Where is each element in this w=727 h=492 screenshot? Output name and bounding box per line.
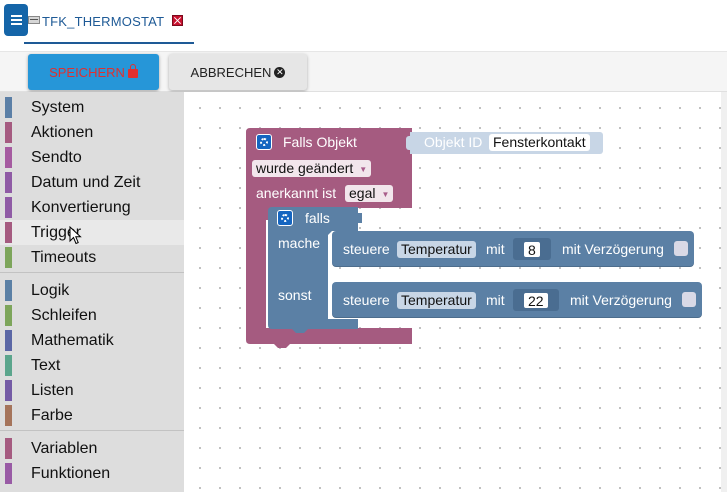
category-color-bar [5, 147, 12, 168]
lock-icon [127, 64, 138, 78]
control-target-dropdown[interactable]: Temperatur [397, 241, 476, 258]
chevron-down-icon: ▼ [381, 189, 390, 199]
object-id-label: Objekt ID [424, 134, 483, 150]
control-steuere-label: steuere [343, 292, 390, 308]
control-target-dropdown[interactable]: Temperatur [397, 292, 476, 309]
sidebar-item-listen[interactable]: Listen [0, 378, 184, 403]
sidebar-item-label: Text [31, 357, 61, 374]
sidebar-item-label: Datum und Zeit [31, 174, 141, 191]
sidebar-item-label: Schleifen [31, 307, 97, 324]
value-field[interactable]: 8 [523, 241, 541, 258]
blockly-workspace[interactable]: Objekt ID Fensterkontakt Falls Objekt wu… [184, 92, 727, 492]
object-id-field[interactable]: Fensterkontakt [489, 134, 590, 151]
then-label: mache [278, 235, 321, 251]
hamburger-icon-line [10, 19, 22, 21]
sidebar-item-label: Funktionen [31, 465, 111, 482]
delay-checkbox[interactable] [674, 241, 688, 256]
hamburger-icon-line [10, 23, 22, 25]
sidebar-item-timeouts[interactable]: Timeouts [0, 245, 184, 270]
category-color-bar [5, 463, 12, 484]
category-color-bar [5, 380, 12, 401]
object-id-block[interactable]: Objekt ID Fensterkontakt [410, 132, 603, 154]
tab-bar: TFK_THERMOSTAT [0, 0, 727, 52]
sidebar-item-label: Farbe [31, 407, 73, 424]
workspace-scrollbar[interactable] [721, 92, 727, 492]
cancel-button[interactable]: ABBRECHEN ✕ [169, 54, 307, 90]
object-id-connector [406, 136, 414, 150]
control-target-value: Temperatur [401, 241, 472, 257]
category-color-bar [5, 405, 12, 426]
change-dropdown-value: wurde geändert [256, 160, 354, 176]
toolbox-sidebar: System Aktionen Sendto Datum und Zeit Ko… [0, 92, 184, 492]
sidebar-item-label: Konvertierung [31, 199, 131, 216]
value-field[interactable]: 22 [523, 292, 549, 309]
sidebar-item-label: Aktionen [31, 124, 94, 141]
sidebar-item-farbe[interactable]: Farbe [0, 403, 184, 428]
sidebar-item-schleifen[interactable]: Schleifen [0, 303, 184, 328]
cancel-button-label: ABBRECHEN [190, 64, 272, 80]
sidebar-item-text[interactable]: Text [0, 353, 184, 378]
category-color-bar [5, 280, 12, 301]
sidebar-item-label: Timeouts [31, 249, 97, 266]
category-color-bar [5, 247, 12, 268]
save-button[interactable]: SPEICHERN [28, 54, 159, 90]
sidebar-item-variablen[interactable]: Variablen [0, 436, 184, 461]
sidebar-item-funktionen[interactable]: Funktionen [0, 461, 184, 486]
toolbar: SPEICHERN ABBRECHEN ✕ [0, 52, 727, 92]
tab-title: TFK_THERMOSTAT [42, 14, 165, 29]
control-delay-label: mit Verzögerung [570, 292, 672, 308]
mouse-pointer-icon [69, 226, 82, 245]
script-file-icon [28, 16, 40, 24]
control-mit-label: mit [486, 292, 505, 308]
sidebar-item-system[interactable]: System [0, 95, 184, 120]
control-block-then[interactable]: steuere Temperatur mit 8 mit Verzögerung [332, 231, 694, 267]
chevron-down-icon: ▼ [359, 164, 368, 174]
sidebar-item-label: Logik [31, 282, 70, 299]
sidebar-item-label: System [31, 99, 85, 116]
sidebar-item-logik[interactable]: Logik [0, 278, 184, 303]
if-label: falls [305, 210, 330, 226]
category-color-bar [5, 122, 12, 143]
category-color-bar [5, 305, 12, 326]
sidebar-item-trigger[interactable]: Trigger [0, 220, 184, 245]
trigger-title: Falls Objekt [283, 134, 357, 150]
sidebar-divider [0, 272, 184, 273]
control-steuere-label: steuere [343, 241, 390, 257]
control-target-value: Temperatur [401, 292, 472, 308]
ack-dropdown-value: egal [349, 185, 376, 201]
close-circle-icon: ✕ [274, 66, 286, 78]
category-color-bar [5, 355, 12, 376]
gear-icon[interactable] [256, 134, 272, 150]
category-color-bar [5, 97, 12, 118]
control-block-else[interactable]: steuere Temperatur mit 22 mit Verzögerun… [332, 282, 702, 318]
control-delay-label: mit Verzögerung [562, 241, 664, 257]
control-mit-label: mit [486, 241, 505, 257]
sidebar-item-aktionen[interactable]: Aktionen [0, 120, 184, 145]
ack-dropdown[interactable]: egal ▼ [345, 185, 394, 202]
sidebar-item-sendto[interactable]: Sendto [0, 145, 184, 170]
sidebar-item-label: Sendto [31, 149, 82, 166]
sidebar-item-datum-und-zeit[interactable]: Datum und Zeit [0, 170, 184, 195]
sidebar-item-label: Listen [31, 382, 74, 399]
tab-script[interactable]: TFK_THERMOSTAT [24, 4, 194, 44]
change-dropdown[interactable]: wurde geändert ▼ [252, 160, 372, 177]
category-color-bar [5, 438, 12, 459]
sidebar-item-label: Variablen [31, 440, 98, 457]
else-label: sonst [278, 287, 312, 303]
delay-checkbox[interactable] [682, 292, 696, 307]
hamburger-icon-line [10, 15, 22, 17]
category-color-bar [5, 222, 12, 243]
category-color-bar [5, 330, 12, 351]
ack-label: anerkannt ist [256, 185, 337, 201]
sidebar-divider [0, 430, 184, 431]
blockly-editor-app: TFK_THERMOSTAT SPEICHERN ABBRECHEN ✕ Sys… [0, 0, 727, 492]
sidebar-item-mathematik[interactable]: Mathematik [0, 328, 184, 353]
sidebar-item-label: Mathematik [31, 332, 114, 349]
close-icon[interactable] [172, 15, 183, 26]
sidebar-item-konvertierung[interactable]: Konvertierung [0, 195, 184, 220]
category-color-bar [5, 197, 12, 218]
category-color-bar [5, 172, 12, 193]
gear-icon[interactable] [277, 210, 293, 226]
save-button-label: SPEICHERN [49, 64, 125, 80]
